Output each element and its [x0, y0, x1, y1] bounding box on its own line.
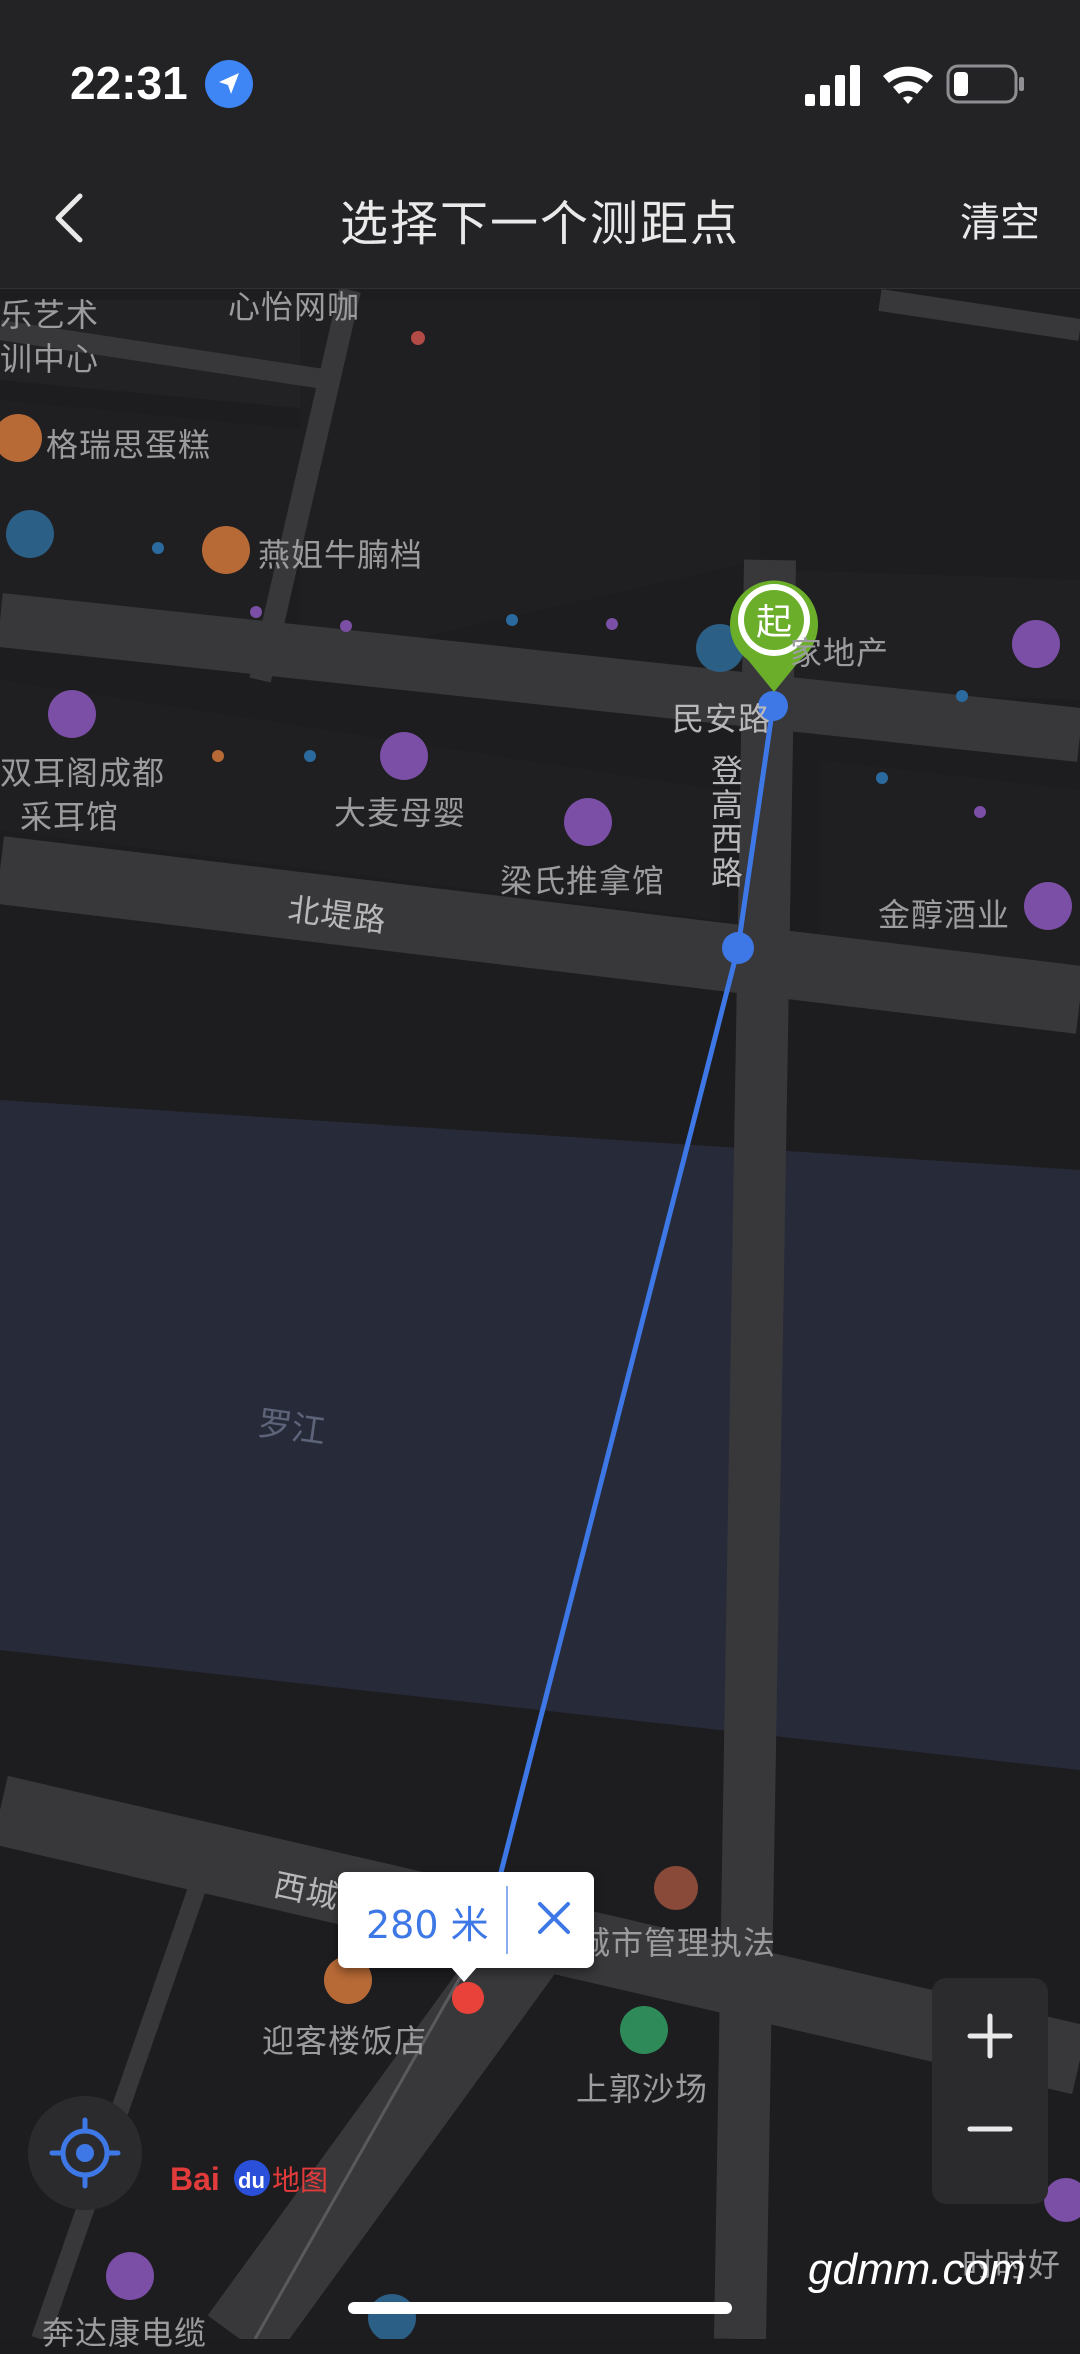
road-label: 民安路 [672, 700, 772, 738]
poi-label: 城市管理执法 [578, 1924, 777, 1962]
watermark: gdmm.com [808, 2245, 1026, 2294]
poi-label: 乐艺术 [0, 296, 100, 334]
status-time: 22:31 [70, 57, 188, 109]
svg-text:du: du [238, 2168, 265, 2193]
page-title: 选择下一个测距点 [339, 196, 740, 252]
poi-label: 梁氏推拿馆 [500, 862, 666, 900]
shop-poi-icon [380, 732, 428, 780]
poi-label: 家地产 [790, 634, 890, 672]
clear-button[interactable]: 清空 [960, 190, 1040, 248]
zoom-in-button[interactable] [932, 1978, 1048, 2091]
poi-label: 训中心 [0, 340, 100, 378]
poi-label: 采耳馆 [20, 798, 120, 836]
location-arrow-icon [205, 60, 253, 108]
baidu-logo: Bai du 地图 [170, 2160, 328, 2197]
food-poi-icon [202, 526, 250, 574]
zoom-out-button[interactable] [932, 2091, 1048, 2204]
locate-icon[interactable] [28, 2096, 142, 2210]
poi-label: 迎客楼饭店 [262, 2022, 428, 2060]
river-label: 罗江 [255, 1403, 328, 1453]
battery-icon [946, 64, 1024, 104]
distance-value: 280 米 [366, 1903, 489, 1947]
zoom-control [932, 1978, 1048, 2204]
poi-label: 上郭沙场 [576, 2070, 709, 2108]
signal-icon [805, 65, 860, 106]
beauty-poi-icon [1012, 620, 1060, 668]
distance-bubble: 280 米 [338, 1872, 594, 1982]
wifi-icon [883, 66, 933, 104]
map-canvas[interactable]: 起 [0, 0, 1080, 2339]
poi-label: 燕姐牛腩档 [258, 536, 424, 574]
start-marker-label: 起 [756, 602, 792, 643]
spa-poi-icon [48, 690, 96, 738]
home-indicator[interactable] [348, 2302, 732, 2314]
divider [506, 1886, 508, 1954]
building-poi-icon [6, 510, 54, 558]
svg-text:Bai: Bai [170, 2161, 220, 2197]
massage-poi-icon [564, 798, 612, 846]
liquor-poi-icon [1024, 882, 1072, 930]
poi-label: 金醇酒业 [878, 896, 1011, 934]
store-poi-icon [106, 2252, 154, 2300]
road-label-vertical: 登高西路 [706, 754, 744, 890]
poi-label: 大麦母婴 [334, 794, 467, 832]
poi-label: 奔达康电缆 [42, 2314, 208, 2352]
svg-text:地图: 地图 [272, 2164, 328, 2197]
sand-poi-icon [620, 2006, 668, 2054]
close-icon[interactable] [528, 1892, 580, 1944]
police-poi-icon [654, 1866, 698, 1910]
poi-label: 格瑞思蛋糕 [46, 426, 212, 464]
poi-label: 双耳阁成都 [0, 754, 166, 792]
